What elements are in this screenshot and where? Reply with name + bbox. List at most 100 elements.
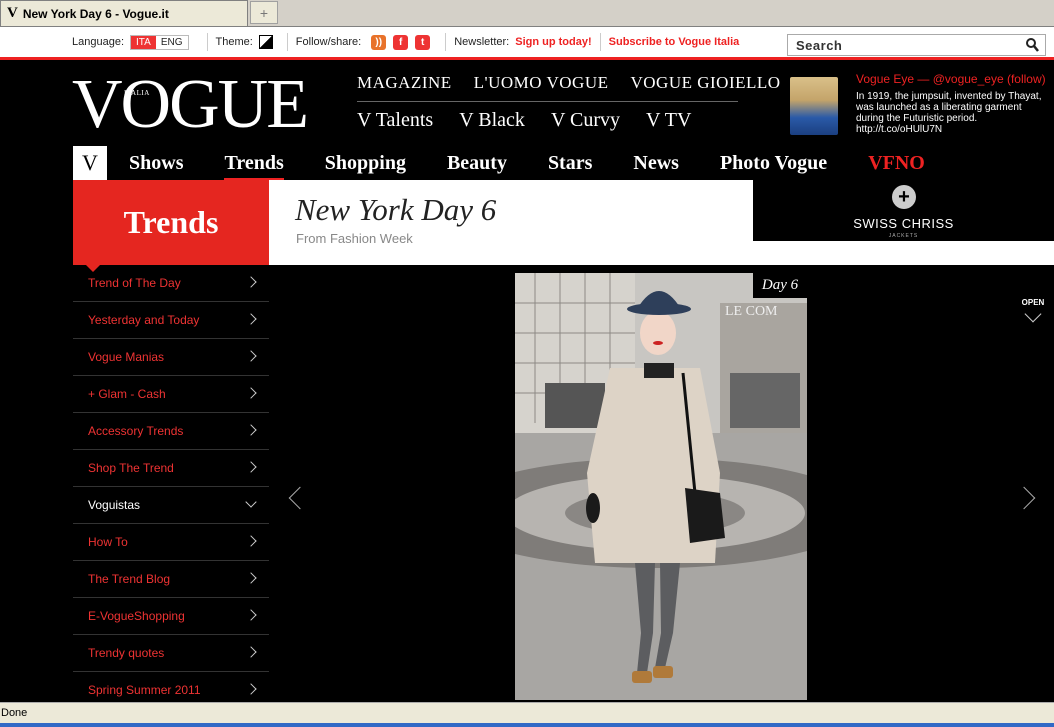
lang-eng-button[interactable]: ENG <box>156 36 188 49</box>
facebook-icon[interactable]: f <box>393 34 409 50</box>
nav-news[interactable]: News <box>633 152 679 175</box>
nav-vfno[interactable]: VFNO <box>868 152 925 175</box>
site-header: VOGUE ITALIA MAGAZINE L'UOMO VOGUE VOGUE… <box>0 63 1054 181</box>
browser-tab[interactable]: V New York Day 6 - Vogue.it <box>0 0 248 26</box>
nav-trends[interactable]: Trends <box>224 152 285 181</box>
follow-label: Follow/share: <box>295 36 362 48</box>
divider <box>286 33 288 51</box>
lang-ita-button[interactable]: ITA <box>131 35 156 49</box>
sidebar-item-label: Trendy quotes <box>88 646 165 660</box>
search-input[interactable]: Search <box>787 34 1046 56</box>
chevron-right-icon <box>245 535 257 547</box>
sidebar-item[interactable]: E-VogueShopping <box>73 598 269 635</box>
vogue-favicon-icon: V <box>7 5 18 21</box>
sidebar-item-label: Yesterday and Today <box>88 313 200 327</box>
page-title: New York Day 6 <box>295 192 497 227</box>
menu-divider <box>357 101 738 102</box>
menu-v-black[interactable]: V Black <box>459 109 525 132</box>
chevron-right-icon <box>245 313 257 325</box>
divider <box>445 33 447 51</box>
vogue-eye-tweet: In 1919, the jumpsuit, invented by Thaya… <box>856 91 1042 135</box>
search-placeholder: Search <box>796 37 843 53</box>
street-style-photo: LE COM <box>515 273 807 700</box>
menu-vogue-gioiello[interactable]: VOGUE GIOIELLO <box>630 73 780 93</box>
nav-shopping[interactable]: Shopping <box>325 152 406 175</box>
sidebar-item-label: E-VogueShopping <box>88 609 185 623</box>
theme-label: Theme: <box>215 36 253 48</box>
sidebar-item[interactable]: Shop The Trend <box>73 450 269 487</box>
next-arrow-icon[interactable] <box>1012 486 1036 510</box>
twitter-icon[interactable]: t <box>415 34 431 50</box>
language-switch: ITA ENG <box>130 34 189 50</box>
main-nav: V Shows Trends Shopping Beauty Stars New… <box>73 146 1054 181</box>
sidebar-item[interactable]: Yesterday and Today <box>73 302 269 339</box>
sidebar-item-label: + Glam - Cash <box>88 387 166 401</box>
divider <box>599 33 601 51</box>
new-tab-button[interactable]: + <box>250 1 278 24</box>
status-text: Done <box>1 707 28 719</box>
section-title: Trends <box>73 180 269 272</box>
vogue-logo[interactable]: VOGUE <box>72 69 309 141</box>
nav-shows[interactable]: Shows <box>129 152 183 175</box>
menu-v-tv[interactable]: V TV <box>646 109 691 132</box>
ad-brand: SWISS CHRISS <box>853 216 954 231</box>
day-label: Day 6 <box>753 273 807 298</box>
sidebar-item-label: Spring Summer 2011 <box>88 683 201 697</box>
nav-beauty[interactable]: Beauty <box>447 152 507 175</box>
nav-stars[interactable]: Stars <box>548 152 592 175</box>
sidebar-item[interactable]: Trend of The Day <box>73 265 269 302</box>
open-toggle[interactable]: OPEN <box>1020 298 1046 323</box>
signup-link[interactable]: Sign up today! <box>515 36 591 48</box>
divider <box>206 33 208 51</box>
ad-subtitle: JACKETS <box>888 233 919 239</box>
sidebar-item[interactable]: Accessory Trends <box>73 413 269 450</box>
sidebar-item-label: Shop The Trend <box>88 461 174 475</box>
top-menu: MAGAZINE L'UOMO VOGUE VOGUE GIOIELLO <box>357 73 781 93</box>
chevron-right-icon <box>245 683 257 695</box>
sidebar-item-label: Trend of The Day <box>88 276 181 290</box>
sidebar-item-label: The Trend Blog <box>88 572 171 586</box>
search-icon[interactable] <box>1026 38 1039 52</box>
previous-arrow-icon[interactable] <box>288 486 312 510</box>
rss-icon[interactable]: )) <box>371 34 387 50</box>
sidebar-item[interactable]: How To <box>73 524 269 561</box>
sidebar-item[interactable]: + Glam - Cash <box>73 376 269 413</box>
subscribe-link[interactable]: Subscribe to Vogue Italia <box>609 36 740 48</box>
sub-menu: V Talents V Black V Curvy V TV <box>357 109 691 132</box>
home-v-button[interactable]: V <box>73 146 107 180</box>
chevron-right-icon <box>245 276 257 288</box>
sidebar-item[interactable]: Vogue Manias <box>73 339 269 376</box>
chevron-right-icon <box>245 387 257 399</box>
menu-magazine[interactable]: MAGAZINE <box>357 73 452 93</box>
gallery-photo[interactable]: LE COM <box>515 273 807 700</box>
building-sign: LE COM <box>725 304 778 319</box>
chevron-right-icon <box>245 572 257 584</box>
sidebar-item-label: Accessory Trends <box>88 424 184 438</box>
utility-bar: Language: ITA ENG Theme: Follow/share: )… <box>0 27 1054 60</box>
sidebar-item[interactable]: The Trend Blog <box>73 561 269 598</box>
language-label: Language: <box>72 36 124 48</box>
ad-banner[interactable]: + SWISS CHRISS JACKETS <box>753 180 1054 241</box>
tab-title: New York Day 6 - Vogue.it <box>22 6 169 21</box>
chevron-right-icon <box>245 461 257 473</box>
sidebar-item[interactable]: Trendy quotes <box>73 635 269 672</box>
sidebar-item-label: Voguistas <box>88 498 141 512</box>
sidebar-item-label: How To <box>88 535 128 549</box>
vogue-eye-avatar[interactable] <box>790 77 838 135</box>
chevron-down-icon <box>1024 305 1042 323</box>
sidebar-item-expanded[interactable]: Voguistas <box>73 487 269 524</box>
logo-subtitle: ITALIA <box>124 89 150 97</box>
menu-v-curvy[interactable]: V Curvy <box>551 109 620 132</box>
theme-toggle-icon[interactable] <box>258 35 273 49</box>
vogue-eye-title[interactable]: Vogue Eye — @vogue_eye (follow) <box>856 72 1046 86</box>
chevron-right-icon <box>245 350 257 362</box>
chevron-right-icon <box>245 424 257 436</box>
menu-luomo-vogue[interactable]: L'UOMO VOGUE <box>474 73 609 93</box>
browser-status-bar: Done <box>0 702 1054 727</box>
page-subtitle: From Fashion Week <box>296 231 413 246</box>
chevron-down-icon <box>245 496 257 508</box>
nav-photo-vogue[interactable]: Photo Vogue <box>720 152 827 175</box>
sidebar: Trend of The Day Yesterday and Today Vog… <box>73 265 269 709</box>
browser-tab-bar: V New York Day 6 - Vogue.it + <box>0 0 1054 27</box>
menu-v-talents[interactable]: V Talents <box>357 109 433 132</box>
